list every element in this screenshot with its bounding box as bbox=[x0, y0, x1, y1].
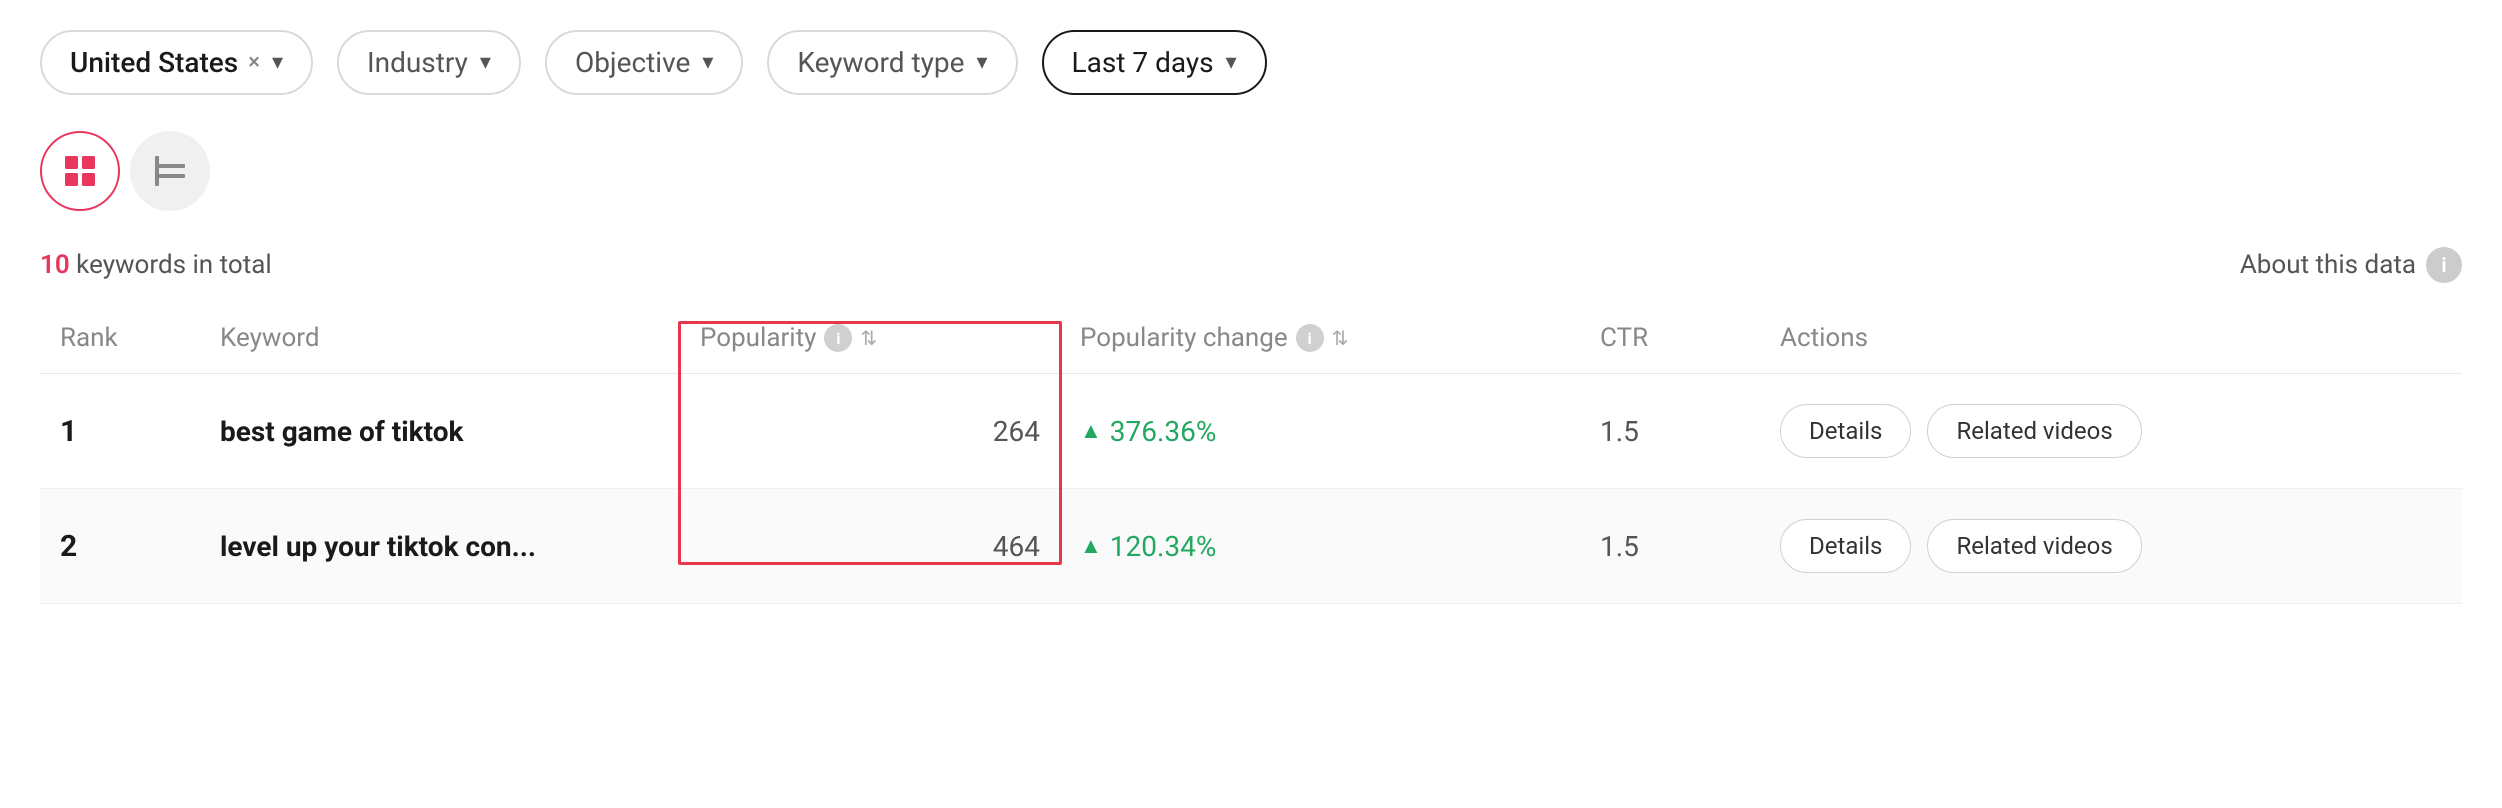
country-filter-close[interactable]: × bbox=[248, 50, 260, 75]
keyword-type-chevron-icon: ▾ bbox=[976, 50, 987, 75]
country-filter[interactable]: United States × ▾ bbox=[40, 30, 313, 95]
keyword-cell: best game of tiktok bbox=[200, 415, 680, 448]
filters-row: United States × ▾ Industry ▾ Objective ▾… bbox=[40, 30, 2462, 95]
related-videos-button[interactable]: Related videos bbox=[1927, 519, 2141, 573]
keyword-cell: level up your tiktok con... bbox=[200, 530, 680, 563]
view-toggle-row bbox=[40, 131, 2462, 211]
date-range-filter-label: Last 7 days bbox=[1072, 46, 1214, 79]
keywords-count-label: keywords in total bbox=[76, 250, 272, 280]
date-range-chevron-icon: ▾ bbox=[1226, 50, 1237, 75]
up-arrow-icon: ▲ bbox=[1080, 418, 1102, 444]
popularity-cell: 464 bbox=[680, 530, 1060, 563]
ctr-cell: 1.5 bbox=[1580, 530, 1760, 563]
keywords-count-number: 10 bbox=[40, 250, 70, 280]
country-filter-label: United States bbox=[70, 46, 238, 79]
objective-filter-label: Objective bbox=[575, 46, 690, 79]
ctr-header: CTR bbox=[1580, 323, 1760, 353]
about-data-info-icon: i bbox=[2426, 247, 2462, 283]
rank-header: Rank bbox=[40, 323, 200, 353]
ctr-cell: 1.5 bbox=[1580, 415, 1760, 448]
actions-header: Actions bbox=[1760, 323, 2462, 353]
rank-cell: 2 bbox=[40, 529, 200, 564]
keyword-type-filter-label: Keyword type bbox=[797, 46, 964, 79]
objective-filter[interactable]: Objective ▾ bbox=[545, 30, 743, 95]
chart-view-icon bbox=[153, 154, 187, 188]
keywords-count: 10 keywords in total bbox=[40, 250, 272, 280]
objective-filter-chevron-icon: ▾ bbox=[702, 50, 713, 75]
table-container: Rank Keyword Popularity i ⇅ Popularity c… bbox=[40, 303, 2462, 604]
industry-filter-label: Industry bbox=[367, 46, 468, 79]
about-data-label: About this data bbox=[2240, 250, 2416, 280]
industry-filter[interactable]: Industry ▾ bbox=[337, 30, 521, 95]
keyword-header: Keyword bbox=[200, 323, 680, 353]
popularity-cell: 264 bbox=[680, 415, 1060, 448]
popularity-change-info-icon: i bbox=[1296, 324, 1324, 352]
actions-cell: Details Related videos bbox=[1760, 519, 2462, 573]
date-range-filter[interactable]: Last 7 days ▾ bbox=[1042, 30, 1267, 95]
table-view-button[interactable] bbox=[40, 131, 120, 211]
about-data-link[interactable]: About this data i bbox=[2240, 247, 2462, 283]
popularity-change-cell: ▲ 120.34% bbox=[1060, 530, 1580, 563]
stats-row: 10 keywords in total About this data i bbox=[40, 247, 2462, 283]
actions-cell: Details Related videos bbox=[1760, 404, 2462, 458]
details-button[interactable]: Details bbox=[1780, 404, 1911, 458]
industry-filter-chevron-icon: ▾ bbox=[480, 50, 491, 75]
popularity-header: Popularity i ⇅ bbox=[680, 323, 1060, 353]
keyword-type-filter[interactable]: Keyword type ▾ bbox=[767, 30, 1017, 95]
table-header: Rank Keyword Popularity i ⇅ Popularity c… bbox=[40, 303, 2462, 374]
popularity-change-header: Popularity change i ⇅ bbox=[1060, 323, 1580, 353]
up-arrow-icon: ▲ bbox=[1080, 533, 1102, 559]
chart-view-button[interactable] bbox=[130, 131, 210, 211]
popularity-change-sort-icon[interactable]: ⇅ bbox=[1332, 326, 1349, 350]
popularity-info-icon: i bbox=[824, 324, 852, 352]
rank-cell: 1 bbox=[40, 414, 200, 449]
table-row: 1 best game of tiktok 264 ▲ 376.36% 1.5 … bbox=[40, 374, 2462, 489]
table-view-icon bbox=[63, 154, 97, 188]
country-filter-chevron-icon: ▾ bbox=[272, 50, 283, 75]
related-videos-button[interactable]: Related videos bbox=[1927, 404, 2141, 458]
popularity-change-cell: ▲ 376.36% bbox=[1060, 415, 1580, 448]
details-button[interactable]: Details bbox=[1780, 519, 1911, 573]
popularity-sort-icon[interactable]: ⇅ bbox=[860, 326, 877, 350]
table-row: 2 level up your tiktok con... 464 ▲ 120.… bbox=[40, 489, 2462, 604]
